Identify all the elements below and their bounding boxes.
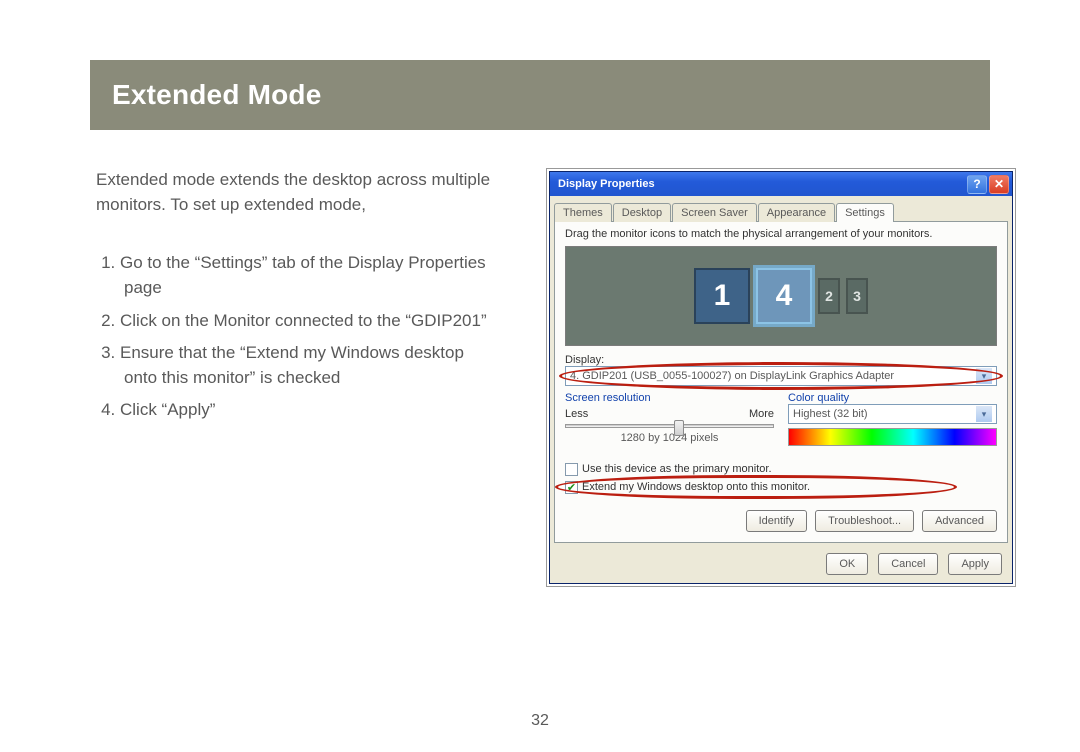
help-icon[interactable]: ?: [967, 175, 987, 194]
extend-monitor-row: ✔ Extend my Windows desktop onto this mo…: [565, 478, 997, 496]
primary-checkbox[interactable]: [565, 463, 578, 476]
chevron-down-icon: ▾: [976, 406, 992, 422]
color-quality-value: Highest (32 bit): [793, 408, 868, 420]
heading-banner: Extended Mode: [90, 60, 990, 130]
display-properties-dialog: Display Properties ? ✕ Themes Desktop Sc…: [549, 171, 1013, 584]
apply-button[interactable]: Apply: [948, 553, 1002, 575]
step-4: Click “Apply”: [120, 398, 496, 423]
display-label: Display:: [565, 354, 997, 366]
less-label: Less: [565, 408, 588, 420]
monitor-4[interactable]: 4: [756, 268, 812, 324]
identify-button[interactable]: Identify: [746, 510, 807, 532]
extend-label: Extend my Windows desktop onto this moni…: [582, 481, 810, 493]
monitor-1[interactable]: 1: [694, 268, 750, 324]
advanced-button[interactable]: Advanced: [922, 510, 997, 532]
page-title: Extended Mode: [112, 79, 322, 111]
color-quality-select[interactable]: Highest (32 bit) ▾: [788, 404, 997, 424]
chevron-down-icon: ▾: [976, 368, 992, 384]
step-3: Ensure that the “Extend my Windows deskt…: [120, 341, 496, 390]
instruction-column: Extended mode extends the desktop across…: [96, 168, 496, 431]
ok-button[interactable]: OK: [826, 553, 868, 575]
troubleshoot-button[interactable]: Troubleshoot...: [815, 510, 914, 532]
display-select[interactable]: 4. GDIP201 (USB_0055-100027) on DisplayL…: [565, 366, 997, 386]
tab-themes[interactable]: Themes: [554, 203, 612, 222]
extend-checkbox[interactable]: ✔: [565, 481, 578, 494]
settings-panel: Drag the monitor icons to match the phys…: [554, 221, 1008, 543]
step-2: Click on the Monitor connected to the “G…: [120, 309, 496, 334]
tab-strip: Themes Desktop Screen Saver Appearance S…: [550, 196, 1012, 221]
drag-hint: Drag the monitor icons to match the phys…: [565, 228, 997, 240]
tab-desktop[interactable]: Desktop: [613, 203, 671, 222]
window-title: Display Properties: [558, 178, 965, 190]
screen-res-label: Screen resolution: [565, 392, 774, 404]
step-1: Go to the “Settings” tab of the Display …: [120, 251, 496, 300]
resolution-value: 1280 by 1024 pixels: [565, 432, 774, 444]
steps-list: Go to the “Settings” tab of the Display …: [96, 251, 496, 423]
page-number: 32: [0, 712, 1080, 730]
color-spectrum: [788, 428, 997, 446]
screenshot-frame: Display Properties ? ✕ Themes Desktop Sc…: [546, 168, 1016, 587]
more-label: More: [749, 408, 774, 420]
resolution-slider[interactable]: [565, 424, 774, 428]
tab-appearance[interactable]: Appearance: [758, 203, 835, 222]
monitor-3[interactable]: 3: [846, 278, 868, 314]
cancel-button[interactable]: Cancel: [878, 553, 938, 575]
tab-screen-saver[interactable]: Screen Saver: [672, 203, 757, 222]
close-icon[interactable]: ✕: [989, 175, 1009, 194]
tab-settings[interactable]: Settings: [836, 203, 894, 222]
color-quality-label: Color quality: [788, 392, 997, 404]
display-select-value: 4. GDIP201 (USB_0055-100027) on DisplayL…: [570, 370, 894, 382]
screen-resolution-group: Screen resolution Less More 1280 by 1024…: [565, 392, 774, 446]
intro-text: Extended mode extends the desktop across…: [96, 168, 496, 217]
monitor-area[interactable]: 1 4 2 3: [565, 246, 997, 346]
color-quality-group: Color quality Highest (32 bit) ▾: [788, 392, 997, 446]
monitor-2[interactable]: 2: [818, 278, 840, 314]
titlebar: Display Properties ? ✕: [550, 172, 1012, 196]
primary-label: Use this device as the primary monitor.: [582, 463, 772, 475]
